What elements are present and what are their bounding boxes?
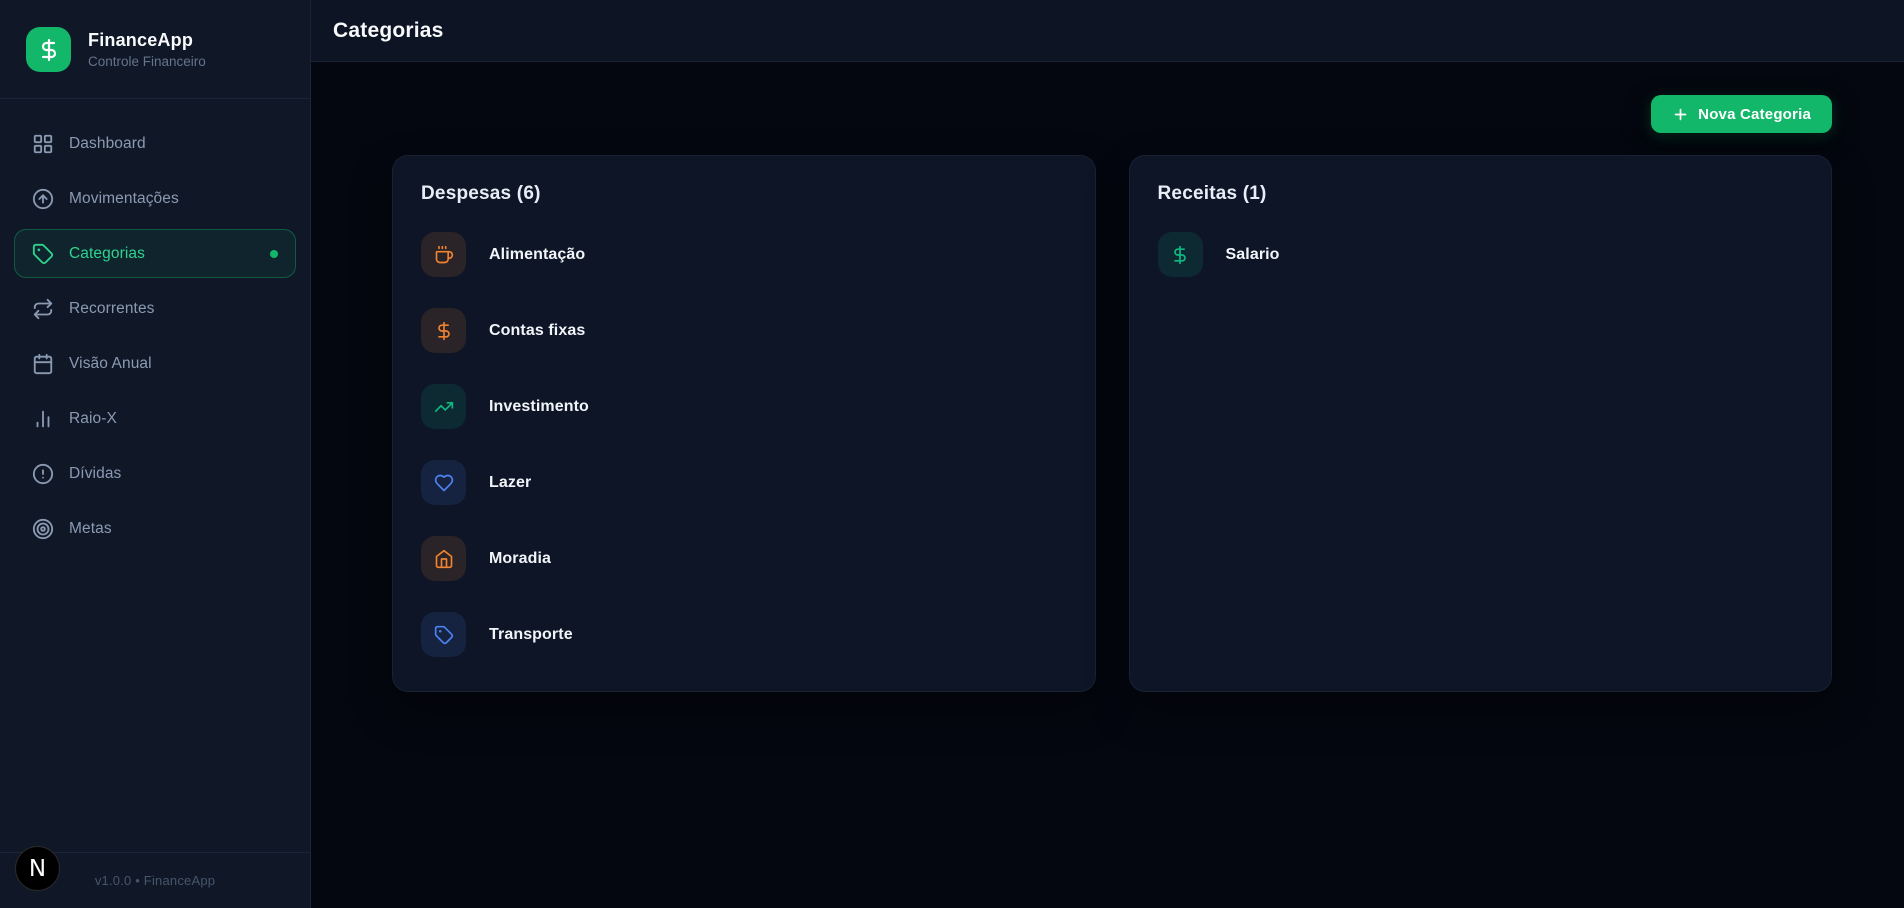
- sidebar-item-label: Raio-X: [69, 410, 117, 428]
- bar-chart-icon: [32, 408, 54, 430]
- target-icon: [32, 518, 54, 540]
- new-category-label: Nova Categoria: [1698, 106, 1811, 123]
- category-label: Salario: [1226, 246, 1280, 264]
- sidebar-item-label: Recorrentes: [69, 300, 155, 318]
- repeat-icon: [32, 298, 54, 320]
- coffee-icon: [421, 232, 466, 277]
- sidebar-item-dashboard[interactable]: Dashboard: [14, 119, 296, 168]
- sidebar-item-metas[interactable]: Metas: [14, 504, 296, 553]
- category-list-receitas: Salario: [1158, 232, 1804, 277]
- category-item-investimento[interactable]: Investimento: [421, 384, 1067, 429]
- app-logo: [26, 27, 71, 72]
- dollar-sign-icon: [421, 308, 466, 353]
- app-name: FinanceApp: [88, 30, 206, 51]
- layout-grid-icon: [32, 133, 54, 155]
- sidebar-nav: Dashboard Movimentações Categorias Recorren…: [0, 99, 310, 573]
- app-titles: FinanceApp Controle Financeiro: [88, 30, 206, 69]
- page-title: Categorias: [333, 19, 444, 43]
- nextjs-logo: N: [29, 856, 46, 882]
- sidebar-item-dividas[interactable]: Dívidas: [14, 449, 296, 498]
- active-indicator-dot: [270, 250, 278, 258]
- tag-icon: [32, 243, 54, 265]
- category-label: Moradia: [489, 550, 551, 568]
- plus-icon: [1672, 106, 1689, 123]
- sidebar-header: FinanceApp Controle Financeiro: [0, 0, 310, 99]
- sidebar-item-movimentacoes[interactable]: Movimentações: [14, 174, 296, 223]
- card-title-receitas: Receitas (1): [1158, 183, 1804, 205]
- card-despesas: Despesas (6) Alimentação Contas fixas Inve…: [392, 155, 1096, 692]
- sidebar-item-visao-anual[interactable]: Visão Anual: [14, 339, 296, 388]
- version-text: v1.0.0 • FinanceApp: [95, 873, 215, 888]
- card-title-despesas: Despesas (6): [421, 183, 1067, 205]
- main-area: Categorias Nova Categoria Despesas (6) A…: [311, 0, 1904, 908]
- category-item-alimentacao[interactable]: Alimentação: [421, 232, 1067, 277]
- new-category-button[interactable]: Nova Categoria: [1651, 95, 1832, 133]
- sidebar-item-label: Categorias: [69, 245, 145, 263]
- heart-icon: [421, 460, 466, 505]
- sidebar-item-raio-x[interactable]: Raio-X: [14, 394, 296, 443]
- sidebar-item-label: Dívidas: [69, 465, 121, 483]
- category-item-lazer[interactable]: Lazer: [421, 460, 1067, 505]
- category-cards: Despesas (6) Alimentação Contas fixas Inve…: [392, 155, 1832, 692]
- home-icon: [421, 536, 466, 581]
- category-item-contas-fixas[interactable]: Contas fixas: [421, 308, 1067, 353]
- category-label: Contas fixas: [489, 322, 585, 340]
- dollar-sign-icon: [37, 38, 61, 62]
- tag-icon: [421, 612, 466, 657]
- category-item-salario[interactable]: Salario: [1158, 232, 1804, 277]
- category-item-moradia[interactable]: Moradia: [421, 536, 1067, 581]
- category-label: Lazer: [489, 474, 531, 492]
- alert-circle-icon: [32, 463, 54, 485]
- sidebar-item-recorrentes[interactable]: Recorrentes: [14, 284, 296, 333]
- dollar-sign-icon: [1158, 232, 1203, 277]
- sidebar-item-label: Visão Anual: [69, 355, 152, 373]
- sidebar-item-categorias[interactable]: Categorias: [14, 229, 296, 278]
- sidebar-item-label: Movimentações: [69, 190, 179, 208]
- category-label: Investimento: [489, 398, 589, 416]
- arrow-up-circle-icon: [32, 188, 54, 210]
- calendar-icon: [32, 353, 54, 375]
- content: Nova Categoria Despesas (6) Alimentação C…: [311, 62, 1904, 908]
- category-label: Alimentação: [489, 246, 585, 264]
- category-item-transporte[interactable]: Transporte: [421, 612, 1067, 657]
- sidebar: FinanceApp Controle Financeiro Dashboard…: [0, 0, 311, 908]
- toolbar: Nova Categoria: [392, 95, 1832, 133]
- page-header: Categorias: [311, 0, 1904, 62]
- sidebar-item-label: Dashboard: [69, 135, 146, 153]
- sidebar-item-label: Metas: [69, 520, 112, 538]
- category-label: Transporte: [489, 626, 573, 644]
- card-receitas: Receitas (1) Salario: [1129, 155, 1833, 692]
- trending-up-icon: [421, 384, 466, 429]
- nextjs-dev-badge[interactable]: N: [15, 846, 60, 891]
- category-list-despesas: Alimentação Contas fixas Investimento Lazer…: [421, 232, 1067, 657]
- app-tagline: Controle Financeiro: [88, 54, 206, 69]
